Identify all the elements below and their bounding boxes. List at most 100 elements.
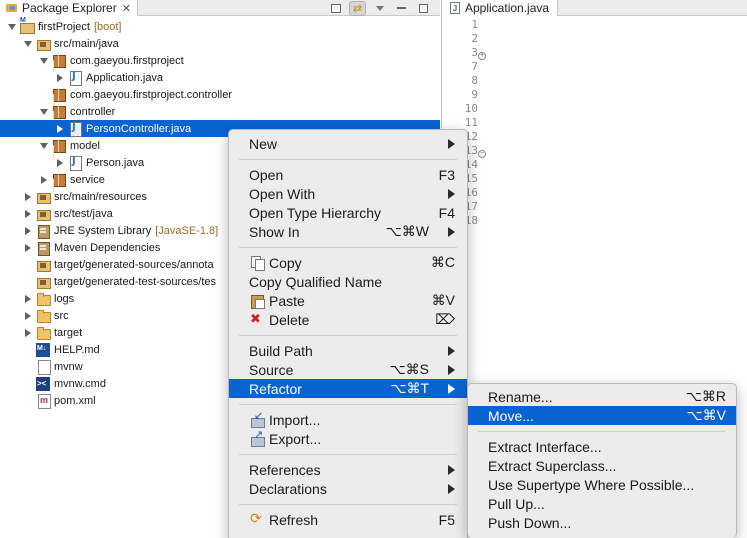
minimize-icon[interactable] <box>393 1 410 16</box>
menu-item-rename[interactable]: Rename... ⌥⌘R <box>468 387 736 406</box>
editor-tab-title: Application.java <box>465 1 550 15</box>
expand-down-icon[interactable] <box>6 21 18 33</box>
expand-right-icon[interactable] <box>22 293 34 305</box>
menu-item-label: Build Path <box>249 342 313 359</box>
menu-item-label: Use Supertype Where Possible... <box>488 476 695 493</box>
menu-item-refresh[interactable]: Refresh F5 <box>229 510 467 529</box>
expand-right-icon[interactable] <box>22 310 34 322</box>
expand-right-icon[interactable] <box>22 208 34 220</box>
maximize-icon[interactable] <box>415 1 432 16</box>
menu-item-open[interactable]: Open F3 <box>229 165 467 184</box>
menu-separator <box>478 431 726 432</box>
library-icon <box>36 224 50 239</box>
tree-item-src-main-java[interactable]: src/main/java <box>0 35 440 52</box>
expand-right-icon[interactable] <box>38 174 50 186</box>
expand-right-icon[interactable] <box>22 242 34 254</box>
expand-right-icon[interactable] <box>22 191 34 203</box>
import-icon <box>250 409 265 428</box>
tree-item-controller[interactable]: controller <box>0 103 440 120</box>
editor-header: J Application.java <box>442 0 747 16</box>
expand-right-icon[interactable] <box>22 327 34 339</box>
tree-item-label: src <box>54 309 69 322</box>
menu-item-label: Import... <box>269 411 321 428</box>
collapse-fold-icon[interactable]: − <box>478 150 486 158</box>
menu-separator <box>239 335 457 336</box>
tree-item-label: controller <box>70 105 116 118</box>
source-folder-icon <box>36 190 51 204</box>
menu-item-pull-up[interactable]: Pull Up... <box>468 494 736 513</box>
menu-item-label: Move... <box>488 407 534 424</box>
package-icon <box>52 105 66 119</box>
menu-item-export[interactable]: Export... <box>229 428 467 448</box>
menu-item-label: Open <box>249 166 284 183</box>
expand-right-icon[interactable] <box>54 72 66 84</box>
menu-item-use-supertype-where-possible[interactable]: Use Supertype Where Possible... <box>468 475 736 494</box>
menu-item-open-type-hierarchy[interactable]: Open Type Hierarchy F4 <box>229 203 467 222</box>
line-number: 7 <box>471 60 478 73</box>
menu-item-label: Copy <box>269 254 302 271</box>
expand-right-icon[interactable] <box>54 157 66 169</box>
menu-item-import[interactable]: Import... <box>229 409 467 429</box>
java-file-icon <box>68 155 82 171</box>
menu-item-show-in[interactable]: Show In ⌥⌘W <box>229 222 467 241</box>
expand-right-icon[interactable] <box>22 225 34 237</box>
menu-item-label: Extract Interface... <box>488 438 602 455</box>
menu-item-shortcut: F3 <box>438 166 455 183</box>
menu-item-delete[interactable]: Delete ⌦ <box>229 310 467 329</box>
menu-item-source[interactable]: Source ⌥⌘S <box>229 360 467 379</box>
menu-item-shortcut: ⌥⌘T <box>390 380 429 396</box>
expand-down-icon[interactable] <box>38 55 50 67</box>
expand-down-icon[interactable] <box>38 140 50 152</box>
menu-item-new[interactable]: New <box>229 134 467 153</box>
tree-item-com-gaeyou-firstproject-controller[interactable]: com.gaeyou.firstproject.controller <box>0 86 440 103</box>
refresh-icon <box>250 510 264 527</box>
view-menu-chevron-icon[interactable] <box>371 1 388 16</box>
tree-item-firstproject[interactable]: firstProject[boot] <box>0 17 440 35</box>
menu-item-build-path[interactable]: Build Path <box>229 341 467 360</box>
menu-separator <box>239 159 457 160</box>
menu-separator <box>239 504 457 505</box>
tree-item-label: target/generated-test-sources/tes <box>54 275 217 288</box>
menu-item-shortcut: F5 <box>438 511 455 528</box>
expand-right-icon[interactable] <box>54 123 66 135</box>
menu-item-label: Rename... <box>488 388 553 405</box>
tree-item-com-gaeyou-firstproject[interactable]: com.gaeyou.firstproject <box>0 52 440 69</box>
menu-item-shortcut: ⌥⌘V <box>686 407 726 423</box>
menu-item-paste[interactable]: Paste ⌘V <box>229 291 467 310</box>
view-toolbar: ⇄ <box>327 0 432 16</box>
menu-item-extract-interface[interactable]: Extract Interface... <box>468 437 736 456</box>
expand-down-icon[interactable] <box>22 38 34 50</box>
menu-item-label: Export... <box>269 430 322 447</box>
menu-item-label: Open Type Hierarchy <box>249 204 382 221</box>
menu-item-extract-superclass[interactable]: Extract Superclass... <box>468 456 736 475</box>
link-with-editor-icon[interactable]: ⇄ <box>349 0 366 16</box>
paste-icon <box>250 293 265 309</box>
menu-item-shortcut: ⌘V <box>431 292 455 308</box>
collapse-all-icon[interactable] <box>327 1 344 16</box>
tree-item-label: service <box>70 173 105 186</box>
tree-item-label: src/test/java <box>54 207 113 220</box>
menu-item-references[interactable]: References <box>229 460 467 479</box>
menu-item-copy[interactable]: Copy ⌘C <box>229 253 467 272</box>
tree-item-label: PersonController.java <box>86 122 192 135</box>
source-folder-icon <box>36 275 51 289</box>
menu-item-declarations[interactable]: Declarations <box>229 479 467 498</box>
menu-item-refactor[interactable]: Refactor ⌥⌘T <box>229 379 467 398</box>
folder-icon <box>36 309 51 323</box>
package-explorer-tab[interactable]: Package Explorer ✕ <box>0 0 138 16</box>
tree-item-application-java[interactable]: Application.java <box>0 69 440 86</box>
expand-down-icon[interactable] <box>38 106 50 118</box>
menu-item-move[interactable]: Move... ⌥⌘V <box>468 406 736 425</box>
close-tab-icon[interactable]: ✕ <box>122 2 131 15</box>
menu-item-open-with[interactable]: Open With <box>229 184 467 203</box>
menu-item-label: New <box>249 135 278 152</box>
menu-item-label: Source <box>249 361 294 378</box>
menu-item-copy-qualified-name[interactable]: Copy Qualified Name <box>229 272 467 291</box>
menu-item-push-down[interactable]: Push Down... <box>468 513 736 532</box>
submenu-arrow-icon <box>448 465 455 475</box>
expand-fold-icon[interactable]: + <box>478 52 486 60</box>
editor-tab[interactable]: J Application.java <box>442 0 559 16</box>
submenu-arrow-icon <box>448 227 455 237</box>
